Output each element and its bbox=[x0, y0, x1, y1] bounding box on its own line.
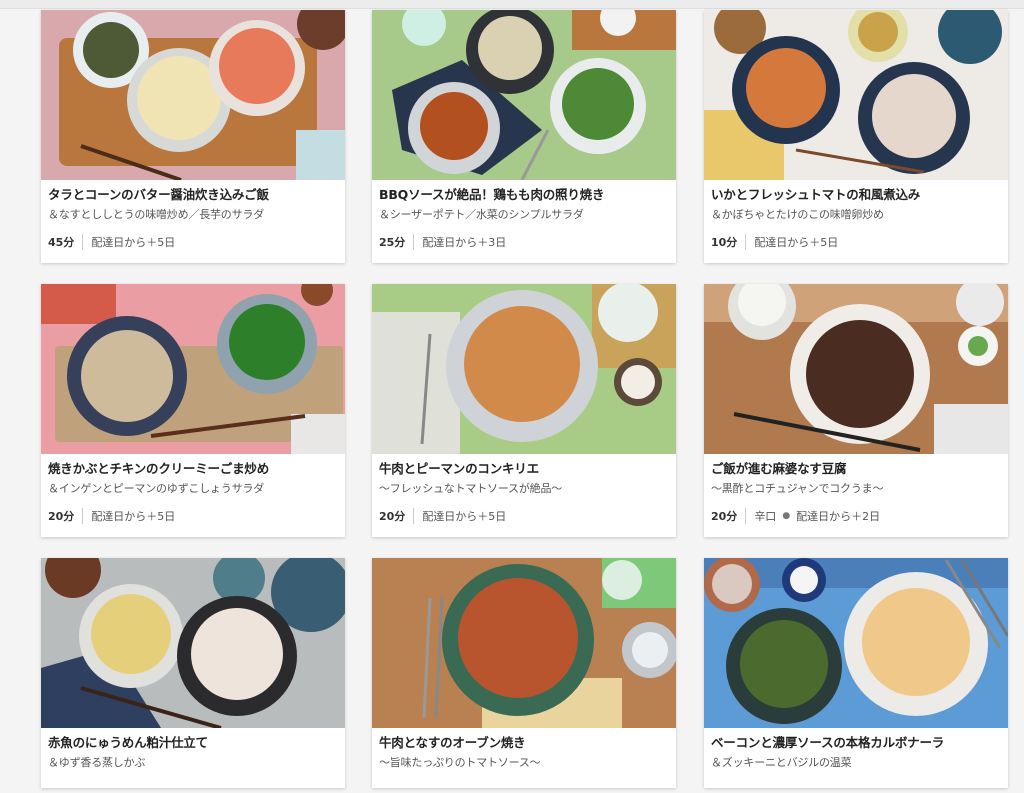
recipe-card[interactable]: 牛肉とピーマンのコンキリエ 〜フレッシュなトマトソースが絶品〜 20分 配達日か… bbox=[372, 284, 676, 537]
cook-time: 25分 bbox=[379, 234, 415, 250]
recipe-subtitle: 〜フレッシュなトマトソースが絶品〜 bbox=[379, 482, 563, 495]
recipe-photo bbox=[372, 558, 676, 728]
recipe-subtitle: ＆シーザーポテト／水菜のシンプルサラダ bbox=[379, 208, 584, 221]
recipe-subtitle: ＆インゲンとピーマンのゆずこしょうサラダ bbox=[48, 482, 264, 495]
spice-level-tag: 辛口 bbox=[754, 510, 777, 523]
recipe-title: 焼きかぶとチキンのクリーミーごま炒め bbox=[48, 461, 270, 476]
recipe-card[interactable]: タラとコーンのバター醤油炊き込みご飯 ＆なすとししとうの味噌炒め／長芋のサラダ … bbox=[41, 10, 345, 263]
dot-separator-icon: ● bbox=[782, 511, 791, 521]
recipe-subtitle: ＆なすとししとうの味噌炒め／長芋のサラダ bbox=[48, 208, 264, 221]
recipe-meta: 45分 配達日から＋5日 bbox=[48, 234, 338, 250]
recipe-photo bbox=[704, 558, 1008, 728]
recipe-title: ご飯が進む麻婆なす豆腐 bbox=[711, 461, 847, 476]
delivery-window: 配達日から＋3日 bbox=[422, 236, 507, 249]
recipe-subtitle: 〜黒酢とコチュジャンでコクうま〜 bbox=[711, 482, 884, 495]
cook-time: 20分 bbox=[711, 508, 747, 524]
recipe-title: BBQソースが絶品！鶏もも肉の照り焼き bbox=[379, 187, 605, 202]
recipe-grid: タラとコーンのバター醤油炊き込みご飯 ＆なすとししとうの味噌炒め／長芋のサラダ … bbox=[0, 0, 1024, 793]
recipe-title: タラとコーンのバター醤油炊き込みご飯 bbox=[48, 187, 269, 202]
recipe-subtitle: ＆ズッキーニとバジルの温菜 bbox=[711, 756, 852, 769]
cook-time: 20分 bbox=[48, 508, 84, 524]
cook-time: 45分 bbox=[48, 234, 84, 250]
recipe-photo bbox=[704, 10, 1008, 180]
recipe-card[interactable]: BBQソースが絶品！鶏もも肉の照り焼き ＆シーザーポテト／水菜のシンプルサラダ … bbox=[372, 10, 676, 263]
recipe-title: 牛肉とピーマンのコンキリエ bbox=[379, 461, 539, 476]
recipe-card[interactable]: ベーコンと濃厚ソースの本格カルボナーラ ＆ズッキーニとバジルの温菜 bbox=[704, 558, 1008, 788]
recipe-meta: 10分 配達日から＋5日 bbox=[711, 234, 1001, 250]
delivery-window: 配達日から＋2日 bbox=[796, 510, 881, 523]
recipe-photo bbox=[41, 10, 345, 180]
recipe-card[interactable]: ご飯が進む麻婆なす豆腐 〜黒酢とコチュジャンでコクうま〜 20分 辛口 ● 配達… bbox=[704, 284, 1008, 537]
recipe-photo bbox=[372, 10, 676, 180]
recipe-photo bbox=[704, 284, 1008, 454]
recipe-title: 牛肉となすのオーブン焼き bbox=[379, 735, 526, 750]
delivery-window: 配達日から＋5日 bbox=[91, 236, 176, 249]
recipe-meta: 20分 配達日から＋5日 bbox=[48, 508, 338, 524]
recipe-meta: 20分 辛口 ● 配達日から＋2日 bbox=[711, 508, 1001, 524]
delivery-window: 配達日から＋5日 bbox=[754, 236, 839, 249]
recipe-subtitle: ＆ゆず香る蒸しかぶ bbox=[48, 756, 146, 769]
recipe-card[interactable]: 赤魚のにゅうめん粕汁仕立て ＆ゆず香る蒸しかぶ bbox=[41, 558, 345, 788]
recipe-meta: 20分 配達日から＋5日 bbox=[379, 508, 669, 524]
recipe-photo bbox=[372, 284, 676, 454]
recipe-subtitle: ＆かぼちゃとたけのこの味噌卵炒め bbox=[711, 208, 884, 221]
delivery-window: 配達日から＋5日 bbox=[422, 510, 507, 523]
recipe-card[interactable]: いかとフレッシュトマトの和風煮込み ＆かぼちゃとたけのこの味噌卵炒め 10分 配… bbox=[704, 10, 1008, 263]
recipe-photo bbox=[41, 284, 345, 454]
recipe-title: 赤魚のにゅうめん粕汁仕立て bbox=[48, 735, 208, 750]
cook-time: 10分 bbox=[711, 234, 747, 250]
recipe-meta: 25分 配達日から＋3日 bbox=[379, 234, 669, 250]
recipe-card[interactable]: 焼きかぶとチキンのクリーミーごま炒め ＆インゲンとピーマンのゆずこしょうサラダ … bbox=[41, 284, 345, 537]
recipe-title: ベーコンと濃厚ソースの本格カルボナーラ bbox=[711, 735, 945, 750]
recipe-photo bbox=[41, 558, 345, 728]
recipe-title: いかとフレッシュトマトの和風煮込み bbox=[711, 187, 921, 202]
recipe-subtitle: 〜旨味たっぷりのトマトソース〜 bbox=[379, 756, 541, 769]
cook-time: 20分 bbox=[379, 508, 415, 524]
recipe-card[interactable]: 牛肉となすのオーブン焼き 〜旨味たっぷりのトマトソース〜 bbox=[372, 558, 676, 788]
delivery-window: 配達日から＋5日 bbox=[91, 510, 176, 523]
